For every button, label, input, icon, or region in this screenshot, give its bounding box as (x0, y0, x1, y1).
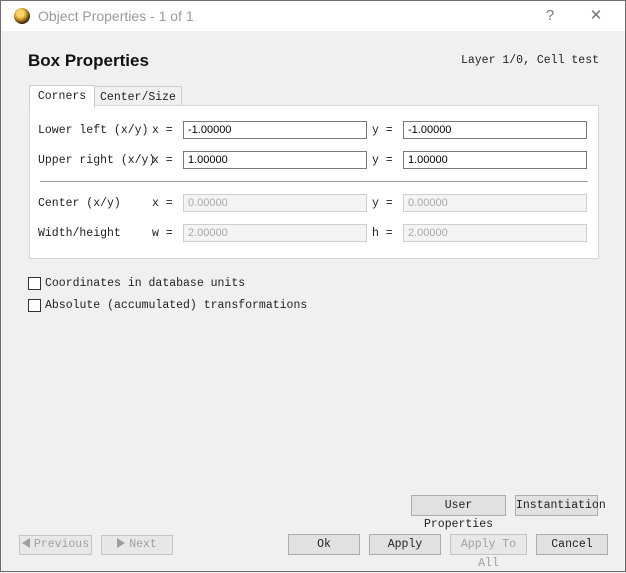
arrow-right-icon (117, 538, 126, 548)
dbu-checkbox-label[interactable]: Coordinates in database units (45, 277, 245, 290)
object-properties-dialog: Object Properties - 1 of 1 ? ✕ Box Prope… (0, 0, 626, 572)
apply-button[interactable]: Apply (369, 534, 441, 555)
lower-left-x-label: x = (152, 124, 173, 137)
layer-info: Layer 1/0, Cell test (460, 54, 599, 67)
window-title: Object Properties - 1 of 1 (38, 8, 194, 24)
upper-right-y-input[interactable]: 1.00000 (403, 151, 587, 169)
previous-button[interactable]: Previous (19, 535, 92, 555)
apply-to-all-button[interactable]: Apply To All (450, 534, 527, 570)
tab-corners[interactable]: Corners (29, 85, 95, 108)
center-label: Center (x/y) (38, 197, 121, 210)
page-title: Box Properties (28, 51, 149, 70)
ok-button[interactable]: Ok (288, 534, 360, 555)
lower-left-y-input[interactable]: -1.00000 (403, 121, 587, 139)
absolute-transform-checkbox-label[interactable]: Absolute (accumulated) transformations (45, 299, 307, 312)
user-properties-button[interactable]: User Properties (411, 495, 506, 531)
width-label: w = (152, 227, 173, 240)
lower-left-x-input[interactable]: -1.00000 (183, 121, 367, 139)
lower-left-y-label: y = (372, 124, 393, 137)
absolute-transform-checkbox[interactable] (28, 299, 41, 312)
center-y-input: 0.00000 (403, 194, 587, 212)
corners-panel: Lower left (x/y) x = -1.00000 y = -1.000… (29, 105, 599, 259)
instantiation-button[interactable]: Instantiation (515, 495, 606, 516)
width-input: 2.00000 (183, 224, 367, 242)
app-icon (14, 8, 30, 24)
center-x-input: 0.00000 (183, 194, 367, 212)
cancel-button[interactable]: Cancel (536, 534, 608, 555)
help-button[interactable]: ? (539, 5, 561, 27)
height-label: h = (372, 227, 393, 240)
upper-right-x-input[interactable]: 1.00000 (183, 151, 367, 169)
title-bar: Object Properties - 1 of 1 ? ✕ (1, 1, 625, 31)
lower-left-label: Lower left (x/y) (38, 124, 149, 137)
upper-right-label: Upper right (x/y) (38, 154, 156, 167)
divider (40, 181, 588, 182)
center-y-label: y = (372, 197, 393, 210)
next-button[interactable]: Next (101, 535, 173, 555)
upper-right-x-label: x = (152, 154, 173, 167)
height-input: 2.00000 (403, 224, 587, 242)
next-label: Next (129, 538, 157, 551)
size-label: Width/height (38, 227, 121, 240)
upper-right-y-label: y = (372, 154, 393, 167)
close-icon[interactable]: ✕ (585, 5, 607, 27)
center-x-label: x = (152, 197, 173, 210)
dbu-checkbox[interactable] (28, 277, 41, 290)
previous-label: Previous (33, 538, 90, 551)
arrow-left-icon (21, 538, 30, 548)
